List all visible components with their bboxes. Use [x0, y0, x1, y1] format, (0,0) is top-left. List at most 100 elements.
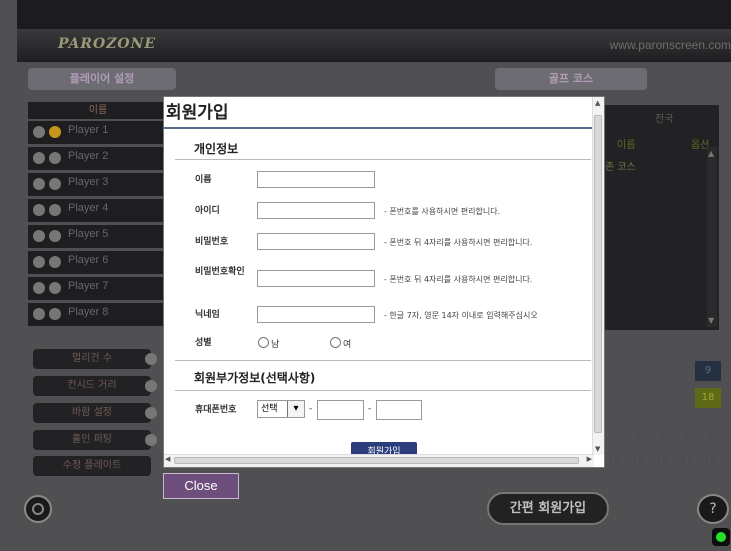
course-name-header: 이름: [617, 140, 636, 151]
gender-male-radio[interactable]: 남: [258, 337, 279, 350]
scroll-up-icon[interactable]: ▲: [595, 99, 600, 107]
logo: PAROZONE: [58, 36, 157, 52]
personal-info-heading: 개인정보: [194, 142, 239, 156]
player-remove-icon[interactable]: [33, 152, 45, 164]
hole-number[interactable]: 17: [675, 450, 697, 470]
password-confirm-field[interactable]: [257, 270, 375, 287]
hole-number[interactable]: 18: [699, 450, 721, 470]
settings-round-icon[interactable]: [24, 495, 52, 523]
scroll-down-icon[interactable]: ▼: [595, 445, 600, 453]
player-list: 이름 Player 1 Player 2 Player 3 Player 4 P…: [28, 102, 168, 332]
holes-18-button[interactable]: 18: [695, 388, 721, 408]
player-row[interactable]: Player 3: [28, 173, 168, 196]
phone-middle-field[interactable]: [317, 400, 364, 420]
concede-distance-option[interactable]: 컨시드 거리: [33, 376, 151, 396]
hole-in-putting-option[interactable]: 홀인 퍼팅: [33, 430, 151, 450]
password-field[interactable]: [257, 233, 375, 250]
player-name: Player 5: [68, 228, 109, 240]
player-active-icon[interactable]: [49, 282, 61, 294]
holes-9-button[interactable]: 9: [695, 361, 721, 381]
radio-circle-icon: [330, 337, 341, 348]
player-name: Player 2: [68, 150, 109, 162]
player-remove-icon[interactable]: [33, 308, 45, 320]
player-name: Player 8: [68, 306, 109, 318]
vertical-scroll-thumb[interactable]: [594, 115, 602, 433]
player-name: Player 1: [68, 124, 109, 136]
extra-info-heading: 회원부가정보(선택사항): [194, 371, 316, 385]
region-tab[interactable]: 전국: [655, 110, 673, 125]
hole-number[interactable]: 6: [627, 430, 649, 450]
player-remove-icon[interactable]: [33, 204, 45, 216]
player-row[interactable]: Player 7: [28, 277, 168, 300]
course-list-scrollbar[interactable]: [707, 147, 717, 327]
player-remove-icon[interactable]: [33, 230, 45, 242]
id-hint: - 폰번호를 사용하시면 편리합니다.: [384, 207, 501, 216]
player-row[interactable]: Player 4: [28, 199, 168, 222]
name-label: 이름: [195, 175, 212, 185]
hole-number[interactable]: 16: [651, 450, 673, 470]
hole-number[interactable]: 15: [627, 450, 649, 470]
section-divider: [175, 390, 591, 391]
phone-prefix-select[interactable]: 선택 ▾: [257, 400, 305, 418]
gender-female-radio[interactable]: 여: [330, 337, 351, 350]
mulligan-option[interactable]: 멀리건 수: [33, 349, 151, 369]
scroll-right-icon[interactable]: ▶: [587, 455, 592, 463]
wind-setting-option[interactable]: 바람 설정: [33, 403, 151, 423]
simple-join-button[interactable]: 간편 회원가입: [487, 492, 609, 525]
hole-number[interactable]: 9: [699, 430, 721, 450]
player-active-icon[interactable]: [49, 256, 61, 268]
player-active-icon[interactable]: [49, 308, 61, 320]
status-indicator-icon: [712, 528, 730, 546]
modal-vertical-scrollbar[interactable]: ▲ ▼: [592, 97, 604, 455]
modal-horizontal-scrollbar[interactable]: ◀ ▶: [164, 454, 594, 467]
player-active-icon[interactable]: [49, 230, 61, 242]
help-icon[interactable]: ?: [697, 494, 729, 524]
player-settings-title[interactable]: 플레이어 설정: [28, 68, 176, 90]
option-toggle-icon[interactable]: [145, 407, 157, 419]
course-list-panel: 전국 이름 옵션 존 코스: [595, 105, 719, 330]
player-row[interactable]: Player 8: [28, 303, 168, 326]
player-name: Player 6: [68, 254, 109, 266]
player-row[interactable]: Player 1: [28, 121, 168, 144]
player-active-icon[interactable]: [49, 204, 61, 216]
gender-male-label: 남: [271, 340, 280, 350]
id-field[interactable]: [257, 202, 375, 219]
signup-form: 회원가입 개인정보 이름 아이디 - 폰번호를 사용하시면 편리합니다. 비밀번…: [164, 97, 594, 462]
section-divider: [175, 159, 591, 160]
section-divider: [175, 360, 591, 361]
password-hint: - 폰번호 뒤 4자리를 사용하시면 편리합니다.: [384, 238, 533, 247]
course-list-item[interactable]: 존 코스: [605, 158, 636, 173]
scroll-left-icon[interactable]: ◀: [165, 455, 170, 463]
name-field[interactable]: [257, 171, 375, 188]
hole-number[interactable]: 8: [675, 430, 697, 450]
nickname-field[interactable]: [257, 306, 375, 323]
option-toggle-icon[interactable]: [145, 434, 157, 446]
player-active-icon[interactable]: [49, 126, 61, 138]
hole-number[interactable]: 14: [603, 450, 625, 470]
option-toggle-icon[interactable]: [145, 380, 157, 392]
hole-number[interactable]: 5: [603, 430, 625, 450]
player-remove-icon[interactable]: [33, 256, 45, 268]
player-remove-icon[interactable]: [33, 178, 45, 190]
close-button[interactable]: Close: [163, 473, 239, 499]
signup-modal: 회원가입 개인정보 이름 아이디 - 폰번호를 사용하시면 편리합니다. 비밀번…: [163, 96, 605, 468]
nickname-label: 닉네임: [195, 310, 220, 320]
player-row[interactable]: Player 2: [28, 147, 168, 170]
player-active-icon[interactable]: [49, 178, 61, 190]
phone-dash: -: [309, 404, 313, 414]
player-active-icon[interactable]: [49, 152, 61, 164]
horizontal-scroll-thumb[interactable]: [174, 457, 579, 464]
edit-plate-option[interactable]: 수정 플레이트: [33, 456, 151, 476]
player-remove-icon[interactable]: [33, 126, 45, 138]
option-toggle-icon[interactable]: [145, 353, 157, 365]
chevron-down-icon[interactable]: ▾: [287, 401, 304, 417]
player-row[interactable]: Player 5: [28, 225, 168, 248]
site-url: www.paronscreen.com: [609, 38, 731, 52]
player-row[interactable]: Player 6: [28, 251, 168, 274]
phone-last-field[interactable]: [376, 400, 422, 420]
phone-dash: -: [368, 404, 372, 414]
phone-label: 휴대폰번호: [195, 405, 237, 415]
player-remove-icon[interactable]: [33, 282, 45, 294]
hole-number[interactable]: 7: [651, 430, 673, 450]
golf-course-title[interactable]: 골프 코스: [495, 68, 647, 90]
